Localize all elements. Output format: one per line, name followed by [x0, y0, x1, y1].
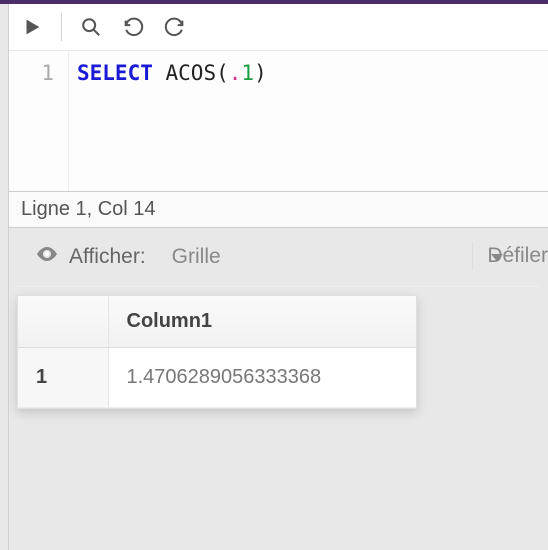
column-header[interactable]: Column1	[108, 296, 416, 348]
sql-close-paren: )	[254, 61, 267, 85]
toolbar-divider	[61, 13, 62, 41]
sql-keyword: SELECT	[77, 61, 153, 85]
cursor-position: Ligne 1, Col 14	[21, 198, 156, 220]
table-row[interactable]: 1 1.4706289056333368	[18, 348, 416, 408]
row-header-corner	[18, 296, 108, 348]
sql-number: 1	[241, 61, 254, 85]
results-grid-card: Column1 1 1.4706289056333368	[17, 295, 417, 409]
sql-function: ACOS	[166, 61, 217, 85]
results-table: Column1 1 1.4706289056333368	[18, 296, 416, 408]
line-number: 1	[9, 61, 54, 85]
app-frame: 1 SELECT ACOS(.1) Ligne 1, Col 14 Affich…	[0, 4, 548, 550]
view-label: Afficher:	[69, 245, 146, 269]
scroll-label: Défiler	[487, 244, 548, 268]
view-mode-value: Grille	[172, 245, 221, 269]
cell-value: 1.4706289056333368	[108, 348, 416, 408]
table-header-row: Column1	[18, 296, 416, 348]
search-button[interactable]	[74, 10, 108, 44]
results-panel: Afficher: Grille Défiler Column1	[9, 228, 548, 550]
row-index: 1	[18, 348, 108, 408]
line-gutter: 1	[9, 51, 69, 191]
editor-toolbar	[9, 4, 548, 51]
eye-icon	[35, 242, 59, 272]
redo-button[interactable]	[158, 10, 192, 44]
sql-dot: .	[229, 61, 242, 85]
code-area[interactable]: SELECT ACOS(.1)	[69, 51, 548, 191]
sql-editor[interactable]: 1 SELECT ACOS(.1)	[9, 51, 548, 191]
view-mode-select[interactable]: Grille	[156, 245, 522, 269]
scroll-control[interactable]: Défiler	[472, 242, 548, 270]
undo-button[interactable]	[116, 10, 150, 44]
view-controls: Afficher: Grille	[17, 228, 540, 287]
sql-open-paren: (	[216, 61, 229, 85]
run-button[interactable]	[15, 10, 49, 44]
view-divider	[472, 242, 473, 270]
cursor-status: Ligne 1, Col 14	[9, 191, 548, 228]
